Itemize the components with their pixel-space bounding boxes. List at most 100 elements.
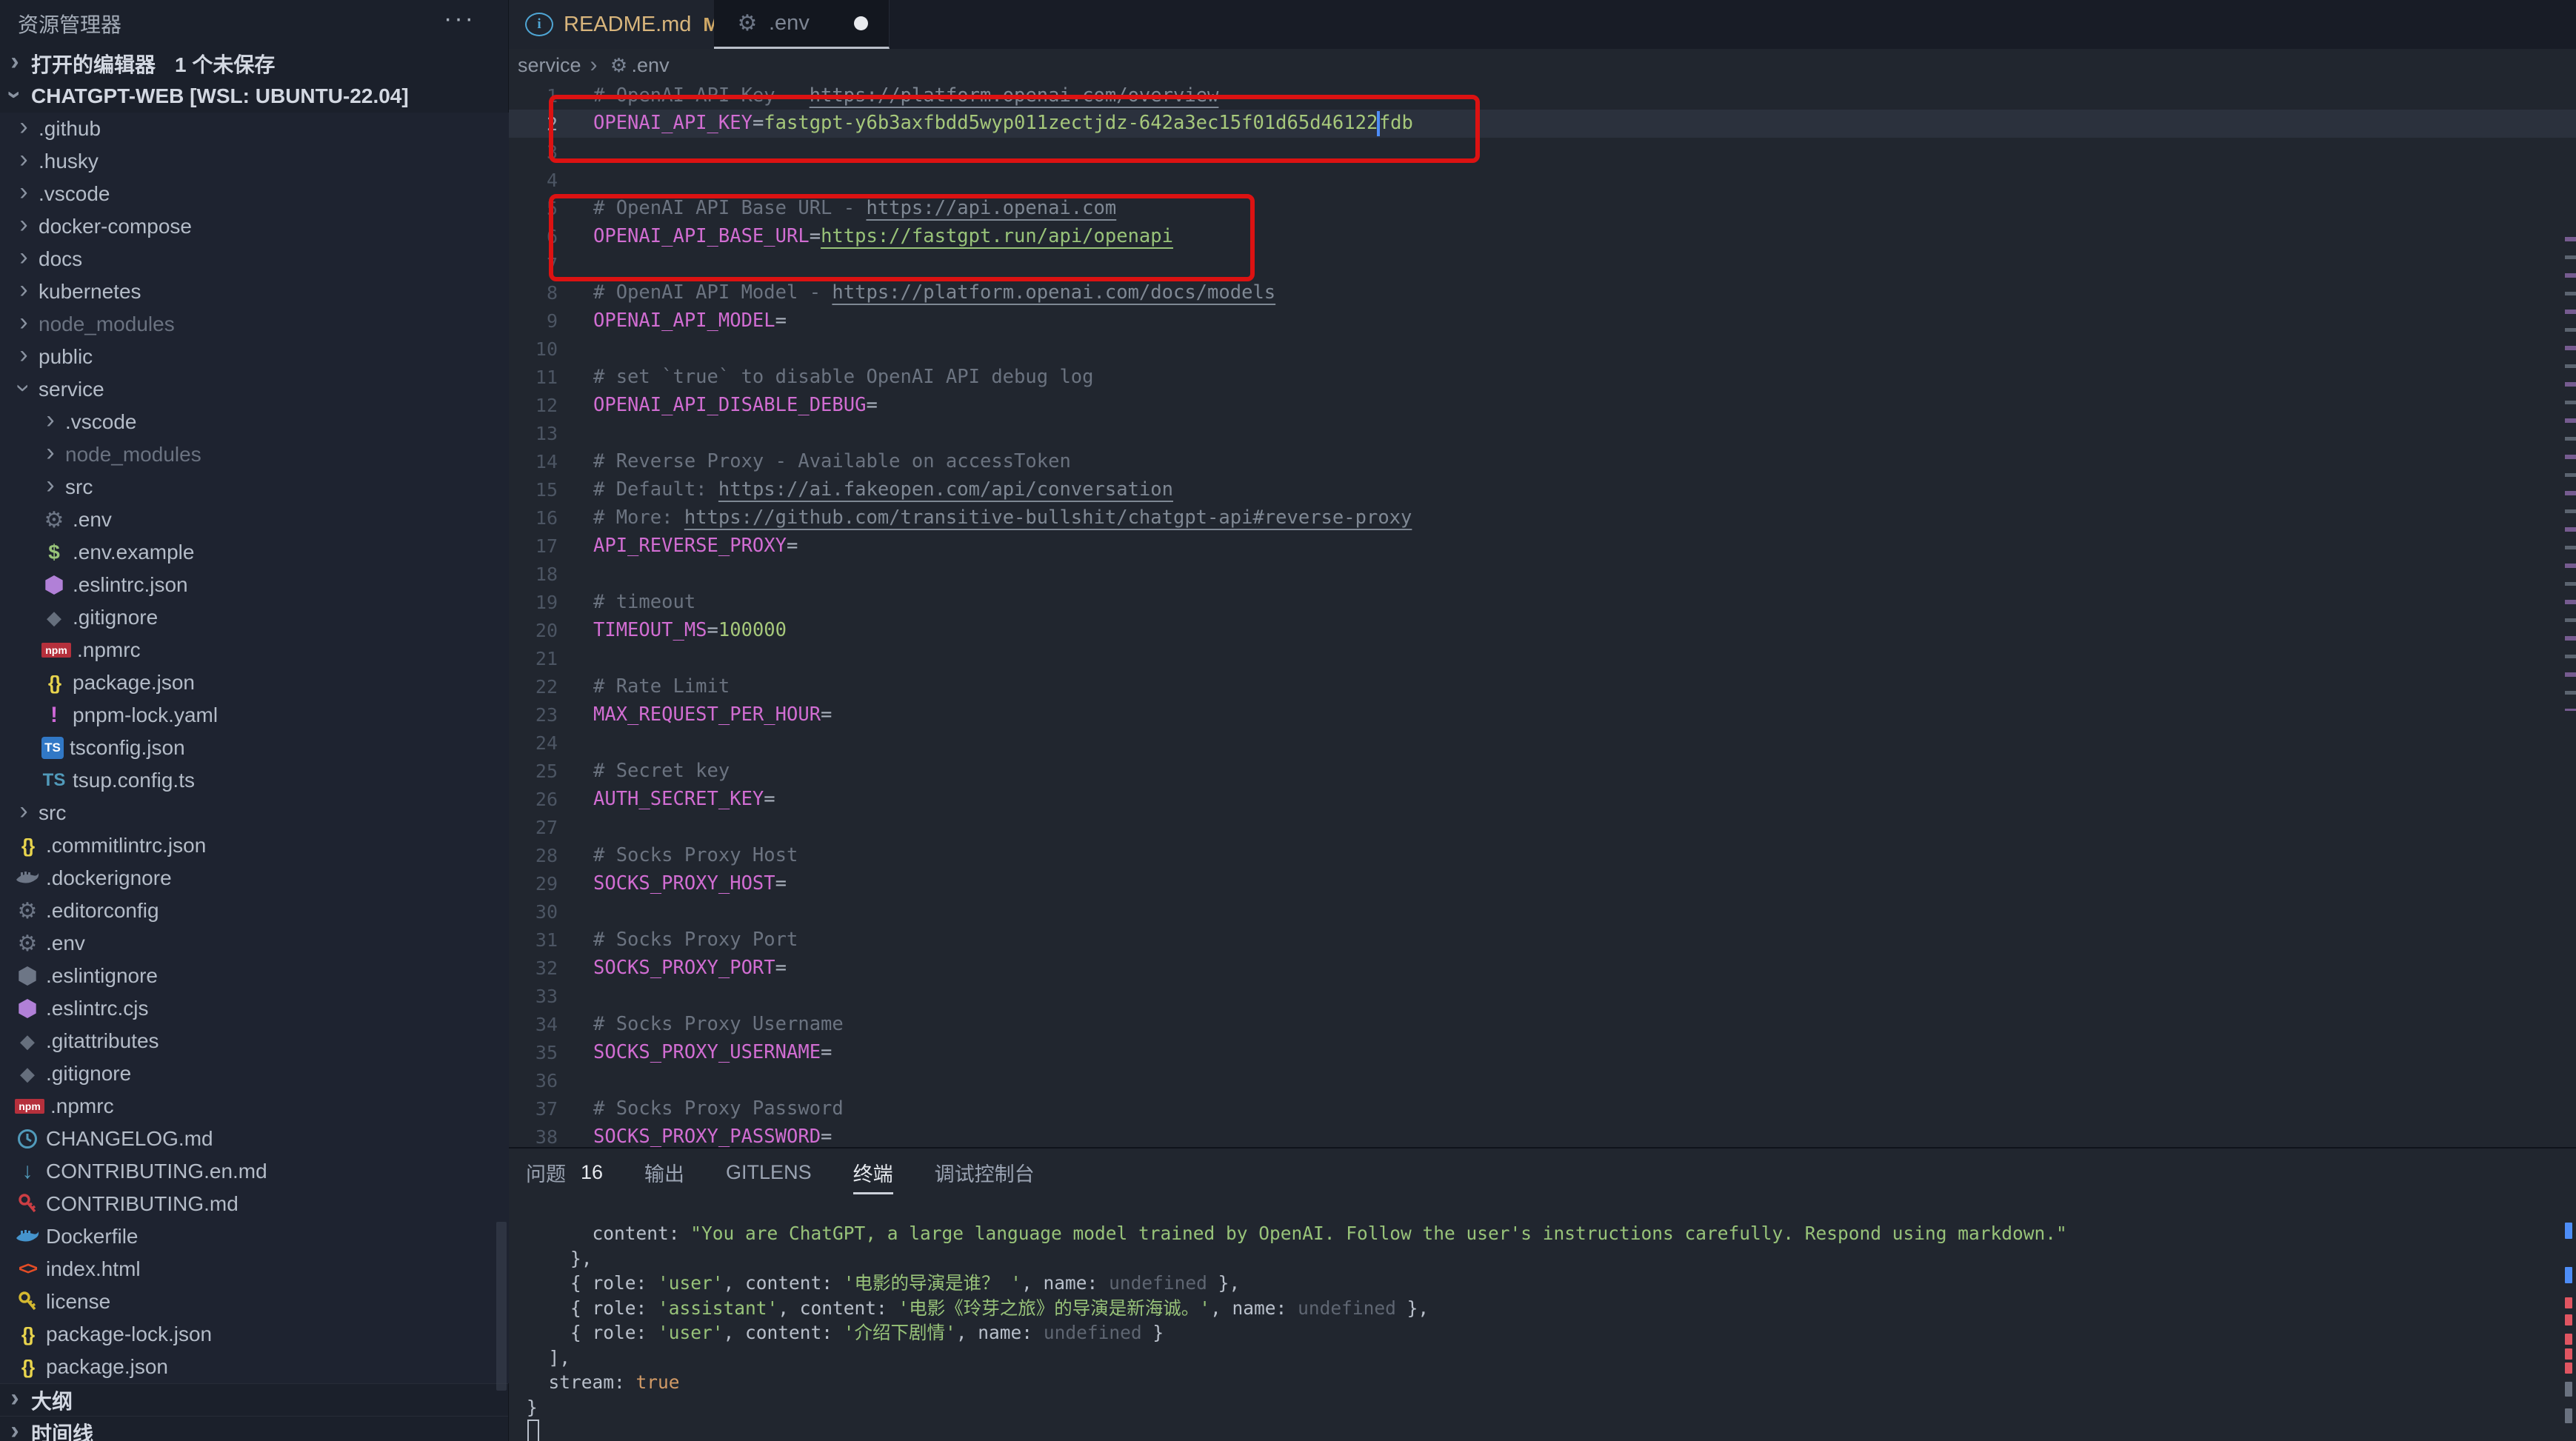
line-number: 29 (509, 873, 558, 895)
panel-tab-问题[interactable]: 问题16 (526, 1149, 603, 1196)
tree-item-.vscode[interactable]: ›.vscode (0, 406, 509, 438)
section-timeline[interactable]: › 时间线 (0, 1416, 508, 1441)
line-number: 12 (509, 395, 558, 416)
section-outline[interactable]: › 大纲 (0, 1383, 508, 1416)
code-line-5: 5# OpenAI API Base URL - https://api.ope… (509, 194, 2576, 222)
panel-tab-label: GITLENS (726, 1161, 812, 1184)
code-editor[interactable]: 1# OpenAI API Key - https://platform.ope… (509, 81, 2576, 1147)
code-line-7: 7 (509, 250, 2576, 278)
tree-item-tsup.config.ts[interactable]: TStsup.config.ts (0, 764, 509, 797)
tree-item-index.html[interactable]: <>index.html (0, 1253, 509, 1285)
tree-item-node_modules[interactable]: ›node_modules (0, 438, 509, 471)
tab-readme-md[interactable]: iREADME.mdM (509, 0, 714, 49)
terminal[interactable]: content: "You are ChatGPT, a large langu… (509, 1197, 2576, 1441)
tree-item-.env[interactable]: ⚙.env (0, 504, 509, 536)
tab-env[interactable]: ⚙.env (714, 0, 890, 49)
code-line-6: 6OPENAI_API_BASE_URL=https://fastgpt.run… (509, 222, 2576, 250)
tree-item-.editorconfig[interactable]: ⚙.editorconfig (0, 895, 509, 927)
code-line-20: 20TIMEOUT_MS=100000 (509, 616, 2576, 644)
tree-item-src[interactable]: › src (0, 471, 509, 504)
tree-item-.vscode[interactable]: ›.vscode (0, 178, 509, 210)
tree-item-.eslintrc.cjs[interactable]: .eslintrc.cjs (0, 992, 509, 1025)
code-text: # set `true` to disable OpenAI API debug… (593, 366, 1094, 388)
tree-item-.npmrc[interactable]: npm.npmrc (0, 634, 509, 666)
tree-item-.eslintignore[interactable]: .eslintignore (0, 960, 509, 992)
line-number: 16 (509, 507, 558, 529)
panel-tab-调试控制台[interactable]: 调试控制台 (935, 1149, 1035, 1196)
code-text: # timeout (593, 591, 695, 613)
section-open-editors[interactable]: › 打开的编辑器 1 个未保存 (0, 47, 508, 80)
code-line-23: 23MAX_REQUEST_PER_HOUR= (509, 701, 2576, 729)
chevron-right-icon: › (41, 476, 59, 494)
more-actions-icon[interactable]: ··· (444, 4, 476, 33)
minimap[interactable] (2565, 237, 2576, 711)
tree-item-.gitattributes[interactable]: ◆.gitattributes (0, 1025, 509, 1057)
chevron-down-icon: › (15, 379, 33, 397)
code-line-15: 15# Default: https://ai.fakeopen.com/api… (509, 475, 2576, 504)
unsaved-dot-icon[interactable] (854, 16, 868, 30)
section-project-root[interactable]: › CHATGPT-WEB [WSL: UBUNTU-22.04] (0, 80, 508, 113)
tree-item-node_modules[interactable]: ›node_modules (0, 308, 509, 341)
tree-item-docs[interactable]: ›docs (0, 243, 509, 275)
line-number: 26 (509, 789, 558, 810)
exclaim-icon: ! (41, 703, 67, 728)
code-text: SOCKS_PROXY_HOST= (593, 872, 787, 895)
tree-item-.husky[interactable]: ›.husky (0, 145, 509, 178)
tree-item-kubernetes[interactable]: ›kubernetes (0, 275, 509, 308)
gear-icon: ⚙ (41, 507, 67, 532)
key-yellow-icon (15, 1289, 40, 1314)
sidebar-scrollbar[interactable] (496, 1222, 507, 1391)
tree-item-license[interactable]: license (0, 1285, 509, 1318)
tree-item-package.json[interactable]: {}package.json (0, 1351, 509, 1383)
tree-item-.gitignore[interactable]: ◆.gitignore (0, 1057, 509, 1090)
tree-item-docker-compose[interactable]: ›docker-compose (0, 210, 509, 243)
tree-item-label: src (65, 475, 93, 499)
code-line-33: 33 (509, 982, 2576, 1010)
tree-item-.env[interactable]: ⚙.env (0, 927, 509, 960)
tree-item-src[interactable]: ›src (0, 797, 509, 829)
code-text: # Socks Proxy Port (593, 929, 798, 951)
tree-item-.commitlintrc.json[interactable]: {}.commitlintrc.json (0, 829, 509, 862)
line-number: 6 (509, 226, 558, 247)
gear-icon: ⚙ (15, 898, 40, 923)
tree-item-public[interactable]: ›public (0, 341, 509, 373)
code-text: API_REVERSE_PROXY= (593, 535, 798, 557)
tree-item-.github[interactable]: ›.github (0, 113, 509, 145)
tree-item-label: tsconfig.json (70, 736, 185, 760)
tree-item-CONTRIBUTING.md[interactable]: CONTRIBUTING.md (0, 1188, 509, 1220)
tree-item-tsconfig.json[interactable]: TStsconfig.json (0, 732, 509, 764)
tree-item-package.json[interactable]: {}package.json (0, 666, 509, 699)
tree-item-.gitignore[interactable]: ◆.gitignore (0, 601, 509, 634)
breadcrumb-file[interactable]: .env (632, 54, 670, 77)
terminal-line: }, (509, 1246, 2576, 1271)
terminal-scroll-mark (2565, 1363, 2572, 1374)
tree-item-.dockerignore[interactable]: .dockerignore (0, 862, 509, 895)
tree-item-Dockerfile[interactable]: Dockerfile (0, 1220, 509, 1253)
code-text: # Socks Proxy Username (593, 1013, 844, 1035)
code-line-2: 2OPENAI_API_KEY=fastgpt-y6b3axfbdd5wyp01… (509, 110, 2576, 138)
code-line-12: 12OPENAI_API_DISABLE_DEBUG= (509, 391, 2576, 419)
code-line-28: 28# Socks Proxy Host (509, 841, 2576, 869)
panel-tab-GITLENS[interactable]: GITLENS (726, 1149, 812, 1196)
tree-item-.env.example[interactable]: $.env.example (0, 536, 509, 569)
breadcrumb-folder[interactable]: service (518, 54, 581, 77)
terminal-line: { role: 'assistant', content: '电影《玲芽之旅》的… (509, 1296, 2576, 1321)
panel-tab-label: 终端 (853, 1158, 893, 1187)
file-tree: ›.github›.husky›.vscode›docker-compose›d… (0, 113, 509, 1383)
code-orange-icon: <> (15, 1257, 40, 1282)
tab-label: README.md (564, 13, 691, 37)
gear-icon: ⚙ (735, 11, 760, 36)
chevron-right-icon: › (15, 802, 33, 820)
tree-item-package-lock.json[interactable]: {}package-lock.json (0, 1318, 509, 1351)
panel-tab-输出[interactable]: 输出 (644, 1149, 684, 1196)
line-number: 30 (509, 901, 558, 923)
code-text: SOCKS_PROXY_PASSWORD= (593, 1126, 832, 1147)
code-text: MAX_REQUEST_PER_HOUR= (593, 703, 832, 726)
tree-item-pnpm-lock.yaml[interactable]: !pnpm-lock.yaml (0, 699, 509, 732)
tree-item-CHANGELOG.md[interactable]: CHANGELOG.md (0, 1123, 509, 1155)
tree-item-.npmrc[interactable]: npm.npmrc (0, 1090, 509, 1123)
tree-item-.eslintrc.json[interactable]: .eslintrc.json (0, 569, 509, 601)
tree-item-service[interactable]: ›service (0, 373, 509, 406)
tree-item-CONTRIBUTING.en.md[interactable]: ↓CONTRIBUTING.en.md (0, 1155, 509, 1188)
panel-tab-终端[interactable]: 终端 (853, 1149, 893, 1196)
